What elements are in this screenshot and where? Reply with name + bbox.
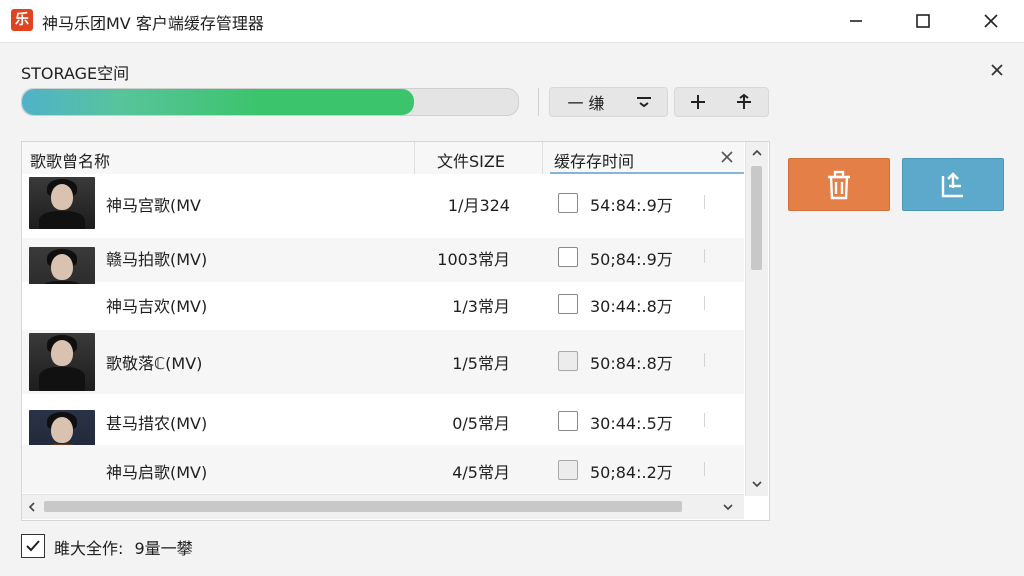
checkmark-icon <box>26 540 40 552</box>
maximize-icon <box>916 14 930 28</box>
row-checkbox[interactable] <box>558 411 578 431</box>
table-row[interactable]: 神马吉欢(MV) 1/3常月 30:44:.8万 <box>22 284 744 328</box>
filter-icon <box>637 97 651 108</box>
row-checkbox[interactable] <box>558 294 578 314</box>
trash-icon <box>828 170 850 199</box>
close-icon <box>991 64 1003 76</box>
filter-button[interactable] <box>622 88 666 116</box>
video-thumbnail <box>29 177 95 229</box>
add-button[interactable] <box>675 88 721 116</box>
toolbar-group-edit <box>674 87 769 117</box>
chevron-down-icon <box>723 504 733 511</box>
file-size: 1003常月 <box>437 250 510 269</box>
title-bar: 乐 神马乐团MV 客户端缓存管理器 <box>0 0 1024 43</box>
pin-icon <box>737 93 751 109</box>
cell-divider <box>704 353 705 367</box>
storage-progress-bar <box>21 88 519 116</box>
toolbar-group-view: 一 缣 <box>549 87 668 117</box>
column-close-button[interactable] <box>718 148 736 166</box>
file-size: 4/5常月 <box>452 463 510 482</box>
row-checkbox[interactable] <box>558 351 578 371</box>
select-all-text: 雎大全作: <box>54 539 124 558</box>
cell-divider <box>704 195 705 209</box>
vertical-scroll-thumb[interactable] <box>751 166 762 270</box>
column-header-time[interactable]: 缓存存时间 <box>554 148 634 172</box>
delete-button[interactable] <box>788 158 890 211</box>
storage-progress-fill <box>22 89 414 115</box>
chevron-up-icon <box>752 149 762 156</box>
maximize-button[interactable] <box>893 0 953 42</box>
minimize-button[interactable] <box>826 0 886 42</box>
export-button[interactable] <box>902 158 1004 211</box>
table-row[interactable]: 歌敬落ℂ(MV) 1/5常月 50:84:.8万 <box>22 330 744 394</box>
video-thumbnail <box>29 333 95 391</box>
column-header-size[interactable]: 文件SIZE <box>437 148 505 172</box>
chevron-down-icon <box>752 481 762 488</box>
cache-time: 50;84:.2万 <box>590 463 673 482</box>
cell-divider <box>704 462 705 476</box>
close-icon <box>721 151 733 163</box>
table-row[interactable]: 甚马措农(MV) 0/5常月 30:44:.5万 <box>22 396 744 488</box>
cache-time: 30:44:.5万 <box>590 414 673 433</box>
storage-label: STORAGE空间 <box>21 64 130 83</box>
scroll-up-button[interactable] <box>749 145 765 161</box>
vertical-scrollbar[interactable] <box>745 142 768 496</box>
plus-icon <box>691 95 705 109</box>
file-size: 1/月324 <box>447 196 510 215</box>
cache-time: 50;84:.9万 <box>590 250 673 269</box>
song-title: 神马宫歌(MV <box>106 196 201 215</box>
table-row[interactable]: 赣马拍歌(MV) 1003常月 50;84:.9万 <box>22 238 744 327</box>
scroll-down-corner-button[interactable] <box>720 499 736 515</box>
cell-divider <box>704 249 705 263</box>
song-title: 甚马措农(MV) <box>106 414 208 433</box>
song-title: 神马启歌(MV) <box>106 463 208 482</box>
row-checkbox[interactable] <box>558 247 578 267</box>
song-title: 歌敬落ℂ(MV) <box>106 354 203 373</box>
select-all-checkbox[interactable] <box>21 534 45 558</box>
cell-divider <box>704 296 705 310</box>
pin-button[interactable] <box>721 88 767 116</box>
file-size: 0/5常月 <box>452 414 510 433</box>
horizontal-scrollbar[interactable] <box>22 494 744 519</box>
song-title: 赣马拍歌(MV) <box>106 250 208 269</box>
column-divider[interactable] <box>414 142 415 174</box>
cell-divider <box>704 413 705 427</box>
file-size: 1/3常月 <box>452 297 510 316</box>
song-title: 神马吉欢(MV) <box>106 297 208 316</box>
row-checkbox[interactable] <box>558 193 578 213</box>
horizontal-scroll-thumb[interactable] <box>44 501 682 512</box>
app-logo-icon: 乐 <box>11 9 33 31</box>
cache-time: 30:44:.8万 <box>590 297 673 316</box>
close-window-button[interactable] <box>961 0 1021 42</box>
select-all-count: 9量一攀 <box>134 539 193 558</box>
table-header: 歌歌曾名称 文件SIZE 缓存存时间 <box>22 142 744 175</box>
select-all-label: 雎大全作: 9量一攀 <box>54 535 193 559</box>
column-header-name[interactable]: 歌歌曾名称 <box>30 148 110 172</box>
window-title: 神马乐团MV 客户端缓存管理器 <box>42 14 264 33</box>
column-divider[interactable] <box>542 142 543 174</box>
scroll-down-button[interactable] <box>749 476 765 492</box>
row-checkbox[interactable] <box>558 460 578 480</box>
minimize-icon <box>850 20 862 22</box>
cache-time: 50:84:.8万 <box>590 354 673 373</box>
scroll-left-button[interactable] <box>24 499 40 515</box>
toolbar-divider <box>538 88 539 116</box>
cache-table: 歌歌曾名称 文件SIZE 缓存存时间 神马宫歌(MV 1/月324 54:84:… <box>21 141 770 521</box>
file-size: 1/5常月 <box>452 354 510 373</box>
cache-time: 54:84:.9万 <box>590 196 673 215</box>
collapse-button[interactable]: 一 缣 <box>550 88 622 116</box>
table-row[interactable]: 神马宫歌(MV 1/月324 54:84:.9万 <box>22 174 744 230</box>
chevron-left-icon <box>28 502 35 512</box>
export-icon <box>941 171 963 197</box>
table-row[interactable]: 神马启歌(MV) 4/5常月 50;84:.2万 <box>22 445 744 493</box>
close-icon <box>984 14 998 28</box>
panel-close-button[interactable] <box>985 58 1009 82</box>
